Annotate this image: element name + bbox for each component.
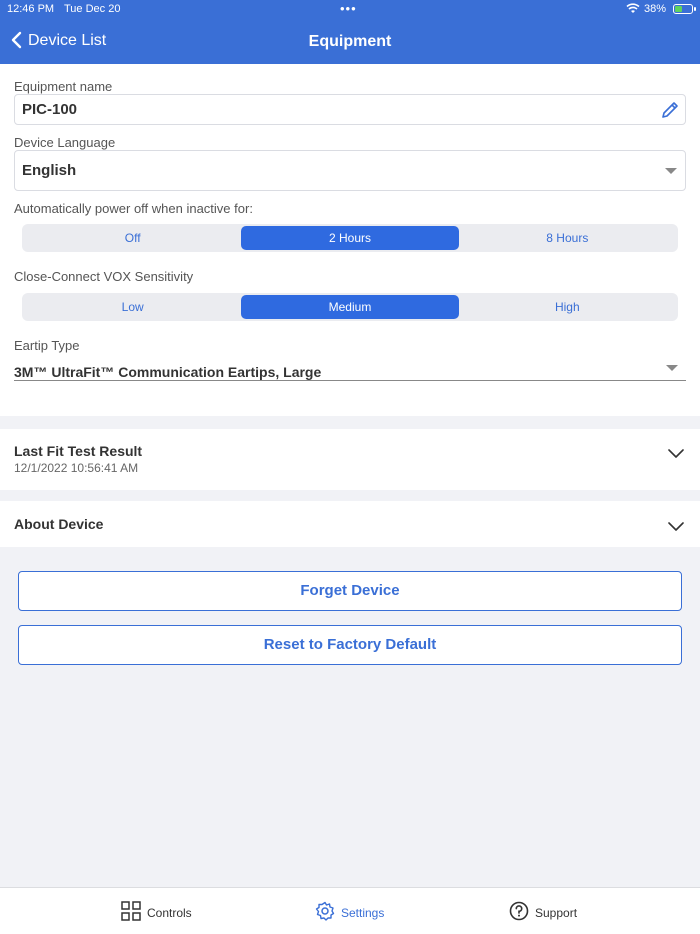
status-date: Tue Dec 20 [64,3,121,15]
vox-option-high[interactable]: High [459,295,676,319]
equipment-name-value: PIC-100 [22,101,78,118]
device-language-value: English [22,162,77,179]
device-language-label: Device Language [14,135,116,150]
battery-percent: 38% [644,3,667,15]
dropdown-arrow-icon [665,168,677,174]
vox-sensitivity-segmented-control: Low Medium High [22,293,678,321]
power-off-option-8-hours[interactable]: 8 Hours [459,226,676,250]
forget-device-button[interactable]: Forget Device [18,571,682,611]
tab-support[interactable]: Support [509,901,577,924]
multitask-dots-icon[interactable]: ••• [340,1,357,16]
fit-test-title: Last Fit Test Result [14,443,143,459]
eartip-type-value: 3M™ UltraFit™ Communication Eartips, Lar… [14,364,322,380]
gear-icon [315,901,341,924]
tab-settings-label: Settings [341,905,385,920]
wifi-icon [626,3,640,17]
battery-icon [673,4,696,14]
top-bar: 12:46 PM Tue Dec 20 ••• 38% Device List … [0,0,700,64]
fit-test-timestamp: 12/1/2022 10:56:41 AM [14,461,139,475]
vox-option-low[interactable]: Low [24,295,241,319]
chevron-down-icon[interactable] [668,519,684,531]
last-fit-test-section[interactable]: Last Fit Test Result 12/1/2022 10:56:41 … [0,429,700,490]
dropdown-arrow-icon [666,365,678,371]
vox-option-medium[interactable]: Medium [241,295,459,319]
tab-support-label: Support [535,905,578,920]
chevron-down-icon[interactable] [668,446,684,458]
page-title: Equipment [308,33,392,50]
equipment-name-field[interactable]: PIC-100 [14,94,686,125]
help-icon [509,901,535,924]
equipment-settings-card: Equipment name PIC-100 Device Language E… [0,64,700,416]
reset-factory-default-button[interactable]: Reset to Factory Default [18,625,682,665]
power-off-option-off[interactable]: Off [24,226,241,250]
power-off-segmented-control: Off 2 Hours 8 Hours [22,224,678,252]
about-device-title: About Device [14,516,104,532]
device-language-select[interactable]: English [14,150,686,191]
about-device-section[interactable]: About Device [0,501,700,547]
tab-settings[interactable]: Settings [315,901,384,924]
equipment-name-label: Equipment name [14,79,113,94]
grid-icon [121,901,147,924]
status-bar: 12:46 PM Tue Dec 20 ••• 38% [0,0,700,20]
eartip-underline [14,380,686,381]
tab-bar: Controls Settings Support [0,887,700,934]
power-off-option-2-hours[interactable]: 2 Hours [241,226,459,250]
power-off-label: Automatically power off when inactive fo… [14,201,253,216]
pencil-icon[interactable] [659,99,681,121]
status-time: 12:46 PM [7,3,55,15]
tab-controls[interactable]: Controls [121,901,192,924]
eartip-type-label: Eartip Type [14,338,80,353]
tab-controls-label: Controls [147,905,192,920]
vox-sensitivity-label: Close-Connect VOX Sensitivity [14,269,194,284]
